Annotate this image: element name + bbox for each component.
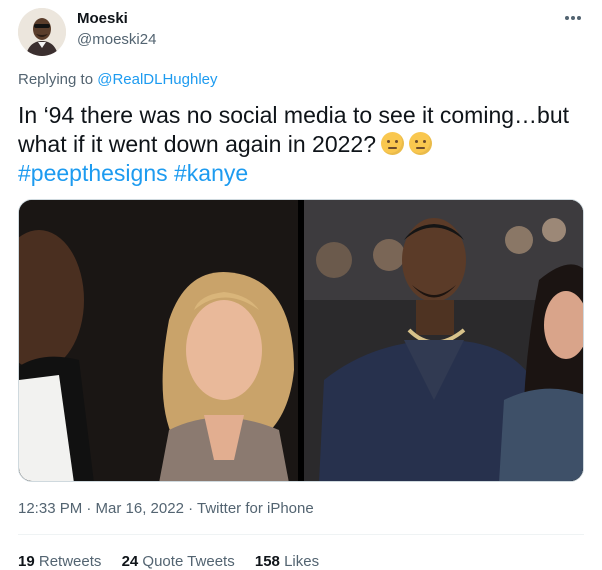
thinking-face-icon — [409, 132, 433, 155]
divider — [18, 534, 584, 535]
tweet-hashtags: #peepthesigns #kanye — [18, 159, 584, 188]
avatar[interactable] — [18, 8, 66, 56]
replying-to: Replying to @RealDLHughley — [18, 71, 218, 88]
tweet-line-2-text: what if it went down again in 2022? — [18, 131, 377, 157]
more-options-icon[interactable] — [560, 6, 586, 30]
reply-target-link[interactable]: @RealDLHughley — [97, 71, 217, 88]
author-handle[interactable]: @moeski24 — [77, 31, 156, 48]
hashtag-link[interactable]: #kanye — [174, 160, 248, 186]
tweet-card: Moeski @moeski24 Replying to @RealDLHugh… — [0, 0, 602, 570]
tweet-metadata[interactable]: 12:33 PM · Mar 16, 2022 · Twitter for iP… — [18, 500, 314, 517]
author-name[interactable]: Moeski — [77, 10, 128, 27]
tweet-text: In ‘94 there was no social media to see … — [18, 101, 584, 188]
media-grid — [18, 199, 584, 482]
hashtag-link[interactable]: #peepthesigns — [18, 160, 168, 186]
photo-right[interactable] — [304, 200, 583, 481]
tweet-line-1: In ‘94 there was no social media to see … — [18, 102, 570, 128]
tweet-line-2: what if it went down again in 2022? — [18, 130, 584, 159]
thinking-face-icon — [381, 132, 405, 155]
photo-left[interactable] — [19, 200, 298, 481]
replying-prefix: Replying to — [18, 71, 94, 88]
